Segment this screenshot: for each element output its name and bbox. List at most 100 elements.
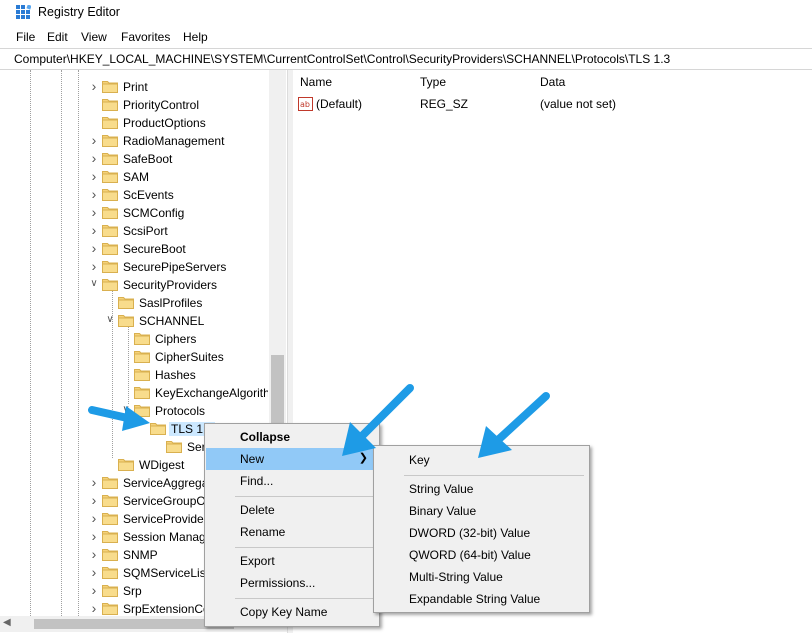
submenu-item-string-value[interactable]: String Value <box>374 478 589 500</box>
chevron-down-icon[interactable]: ∨ <box>104 314 116 326</box>
folder-icon <box>102 242 118 255</box>
chevron-right-icon[interactable]: › <box>88 529 100 543</box>
tree-item-label: Print <box>123 80 148 94</box>
tree-item-label: RadioManagement <box>123 134 225 148</box>
submenu-item-qword-value[interactable]: QWORD (64-bit) Value <box>374 544 589 566</box>
folder-icon <box>134 350 150 363</box>
tree-item-label: ProductOptions <box>123 116 206 130</box>
folder-icon <box>118 458 134 471</box>
chevron-right-icon[interactable]: › <box>88 223 100 237</box>
folder-icon <box>102 584 118 597</box>
folder-icon <box>102 530 118 543</box>
folder-icon <box>102 548 118 561</box>
menu-item-rename[interactable]: Rename <box>205 521 379 543</box>
chevron-right-icon[interactable]: › <box>88 493 100 507</box>
folder-icon <box>102 512 118 525</box>
tree-item-label: ServiceProvider <box>123 512 208 526</box>
tree-item-label: ServiceAggrega <box>123 476 209 490</box>
tree-item-label: SecureBoot <box>123 242 186 256</box>
tree-item-label: SecurityProviders <box>123 278 218 292</box>
tree-item-label: SCMConfig <box>123 206 185 220</box>
folder-icon <box>102 206 118 219</box>
tree-item-label: Protocols <box>155 404 206 418</box>
folder-icon <box>118 314 134 327</box>
chevron-right-icon[interactable]: › <box>88 565 100 579</box>
chevron-right-icon[interactable]: › <box>88 151 100 165</box>
submenu-item-expandable-string-value[interactable]: Expandable String Value <box>374 588 589 610</box>
chevron-right-icon[interactable]: › <box>88 475 100 489</box>
string-value-icon: ab <box>298 97 313 111</box>
menu-item-find[interactable]: Find... <box>205 470 379 492</box>
value-type: REG_SZ <box>420 97 469 111</box>
folder-icon <box>102 188 118 201</box>
folder-icon <box>102 494 118 507</box>
menu-item-export[interactable]: Export <box>205 550 379 572</box>
chevron-right-icon[interactable]: › <box>88 79 100 93</box>
chevron-right-icon[interactable]: › <box>88 187 100 201</box>
chevron-right-icon[interactable]: › <box>88 511 100 525</box>
chevron-right-icon[interactable]: › <box>88 259 100 273</box>
submenu-item-multi-string-value[interactable]: Multi-String Value <box>374 566 589 588</box>
chevron-right-icon[interactable]: › <box>88 583 100 597</box>
chevron-right-icon[interactable]: › <box>88 169 100 183</box>
chevron-right-icon[interactable]: › <box>88 133 100 147</box>
tree-item-label: Ciphers <box>155 332 197 346</box>
folder-icon <box>102 170 118 183</box>
column-data[interactable]: Data <box>540 75 565 89</box>
tree-item-label: SafeBoot <box>123 152 173 166</box>
column-name[interactable]: Name <box>300 75 332 89</box>
tree-item-label: SNMP <box>123 548 158 562</box>
tree-item-label: Srp <box>123 584 142 598</box>
folder-icon <box>118 296 134 309</box>
tree-item-label: SQMServiceList <box>123 566 210 580</box>
folder-icon <box>102 98 118 111</box>
folder-icon <box>102 566 118 579</box>
tree-item-label: ScEvents <box>123 188 174 202</box>
tree-item-label: CipherSuites <box>155 350 224 364</box>
folder-icon <box>102 224 118 237</box>
chevron-down-icon[interactable]: ∨ <box>88 278 100 290</box>
annotation-arrow-icon <box>88 406 150 431</box>
tree-item-label: WDigest <box>139 458 185 472</box>
folder-icon <box>102 80 118 93</box>
scroll-left-icon[interactable]: ◀ <box>3 617 11 628</box>
svg-text:ab: ab <box>300 100 310 109</box>
folder-icon <box>102 134 118 147</box>
tree-item-label: SaslProfiles <box>139 296 203 310</box>
chevron-right-icon[interactable]: › <box>88 205 100 219</box>
menu-separator <box>235 598 375 599</box>
folder-icon <box>102 602 118 615</box>
value-row[interactable]: ab (Default) REG_SZ (value not set) <box>293 96 812 114</box>
folder-icon <box>102 152 118 165</box>
menu-item-copy-key-name[interactable]: Copy Key Name <box>205 601 379 623</box>
tree-item-label: SCHANNEL <box>139 314 205 328</box>
menu-separator <box>235 496 375 497</box>
menu-item-permissions[interactable]: Permissions... <box>205 572 379 594</box>
chevron-right-icon[interactable]: › <box>88 241 100 255</box>
folder-icon <box>102 260 118 273</box>
folder-icon <box>102 116 118 129</box>
folder-icon <box>166 440 182 453</box>
column-type[interactable]: Type <box>420 75 446 89</box>
value-data: (value not set) <box>540 97 617 111</box>
menu-item-delete[interactable]: Delete <box>205 499 379 521</box>
annotation-arrow-icon <box>342 384 414 456</box>
annotation-arrow-icon <box>478 392 550 458</box>
tree-item-label: Hashes <box>155 368 196 382</box>
chevron-right-icon[interactable]: › <box>88 547 100 561</box>
tree-item-label: ScsiPort <box>123 224 168 238</box>
folder-icon <box>134 332 150 345</box>
chevron-right-icon[interactable]: › <box>88 601 100 615</box>
submenu-item-binary-value[interactable]: Binary Value <box>374 500 589 522</box>
submenu-item-dword-value[interactable]: DWORD (32-bit) Value <box>374 522 589 544</box>
tree-item-label: SAM <box>123 170 150 184</box>
menu-separator <box>235 547 375 548</box>
values-list-header: Name Type Data <box>293 70 812 92</box>
